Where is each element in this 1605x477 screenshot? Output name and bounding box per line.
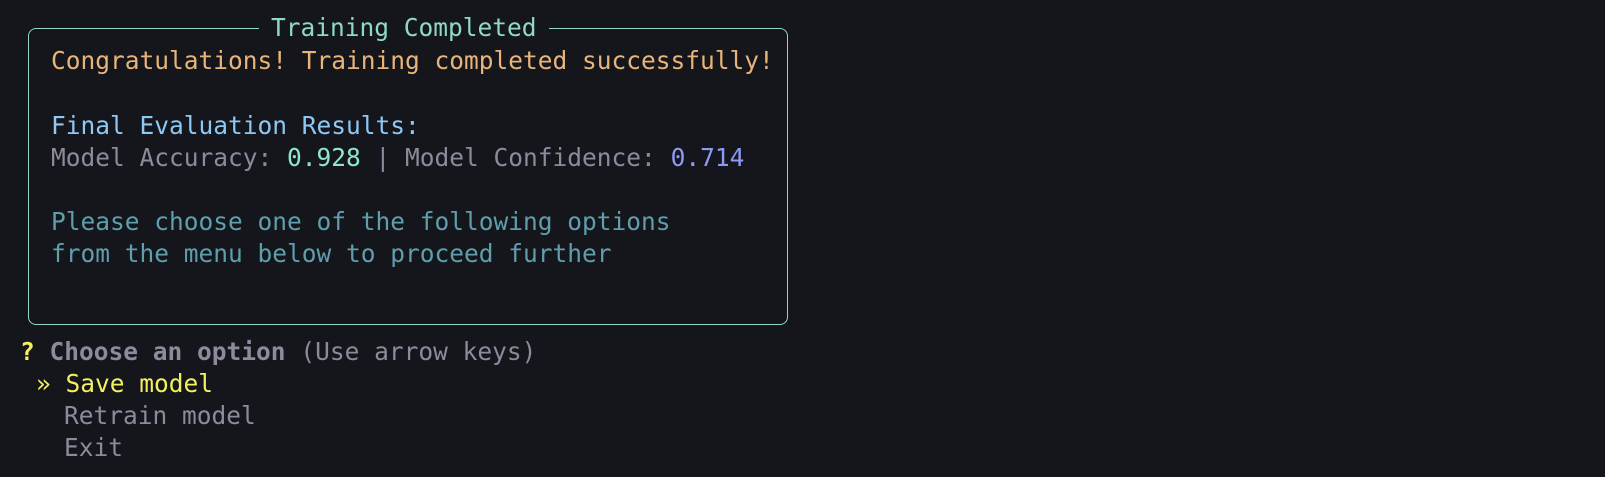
confidence-label: Model Confidence: [405, 143, 671, 172]
training-summary-panel: Training Completed Congratulations! Trai… [28, 10, 788, 325]
instruction-line-1: Please choose one of the following optio… [51, 207, 671, 236]
menu-prompt: ? Choose an option (Use arrow keys) [20, 335, 536, 368]
prompt-hint: (Use arrow keys) [300, 337, 537, 366]
panel-title: Training Completed [259, 10, 549, 46]
confidence-value: 0.714 [670, 143, 745, 172]
menu-option-exit[interactable]: Exit [64, 431, 123, 464]
metrics-separator: | [360, 143, 406, 172]
menu-option-label: Save model [65, 369, 214, 398]
menu-option-retrain-model[interactable]: Retrain model [64, 399, 256, 432]
menu-option-save-model[interactable]: » Save model [36, 367, 213, 400]
metrics-line: Model Accuracy: 0.928 | Model Confidence… [51, 141, 744, 174]
instruction-line-2: from the menu below to proceed further [51, 239, 612, 268]
menu-option-label: Retrain model [64, 401, 256, 430]
menu-option-label: Exit [64, 433, 124, 462]
prompt-question: Choose an option [49, 337, 286, 366]
results-header: Final Evaluation Results: [51, 111, 420, 140]
accuracy-label: Model Accuracy: [51, 143, 288, 172]
accuracy-value: 0.928 [287, 143, 361, 172]
congrats-message: Congratulations! Training completed succ… [51, 46, 774, 75]
question-marker-icon: ? [20, 337, 35, 366]
selection-pointer-icon: » [36, 369, 51, 398]
